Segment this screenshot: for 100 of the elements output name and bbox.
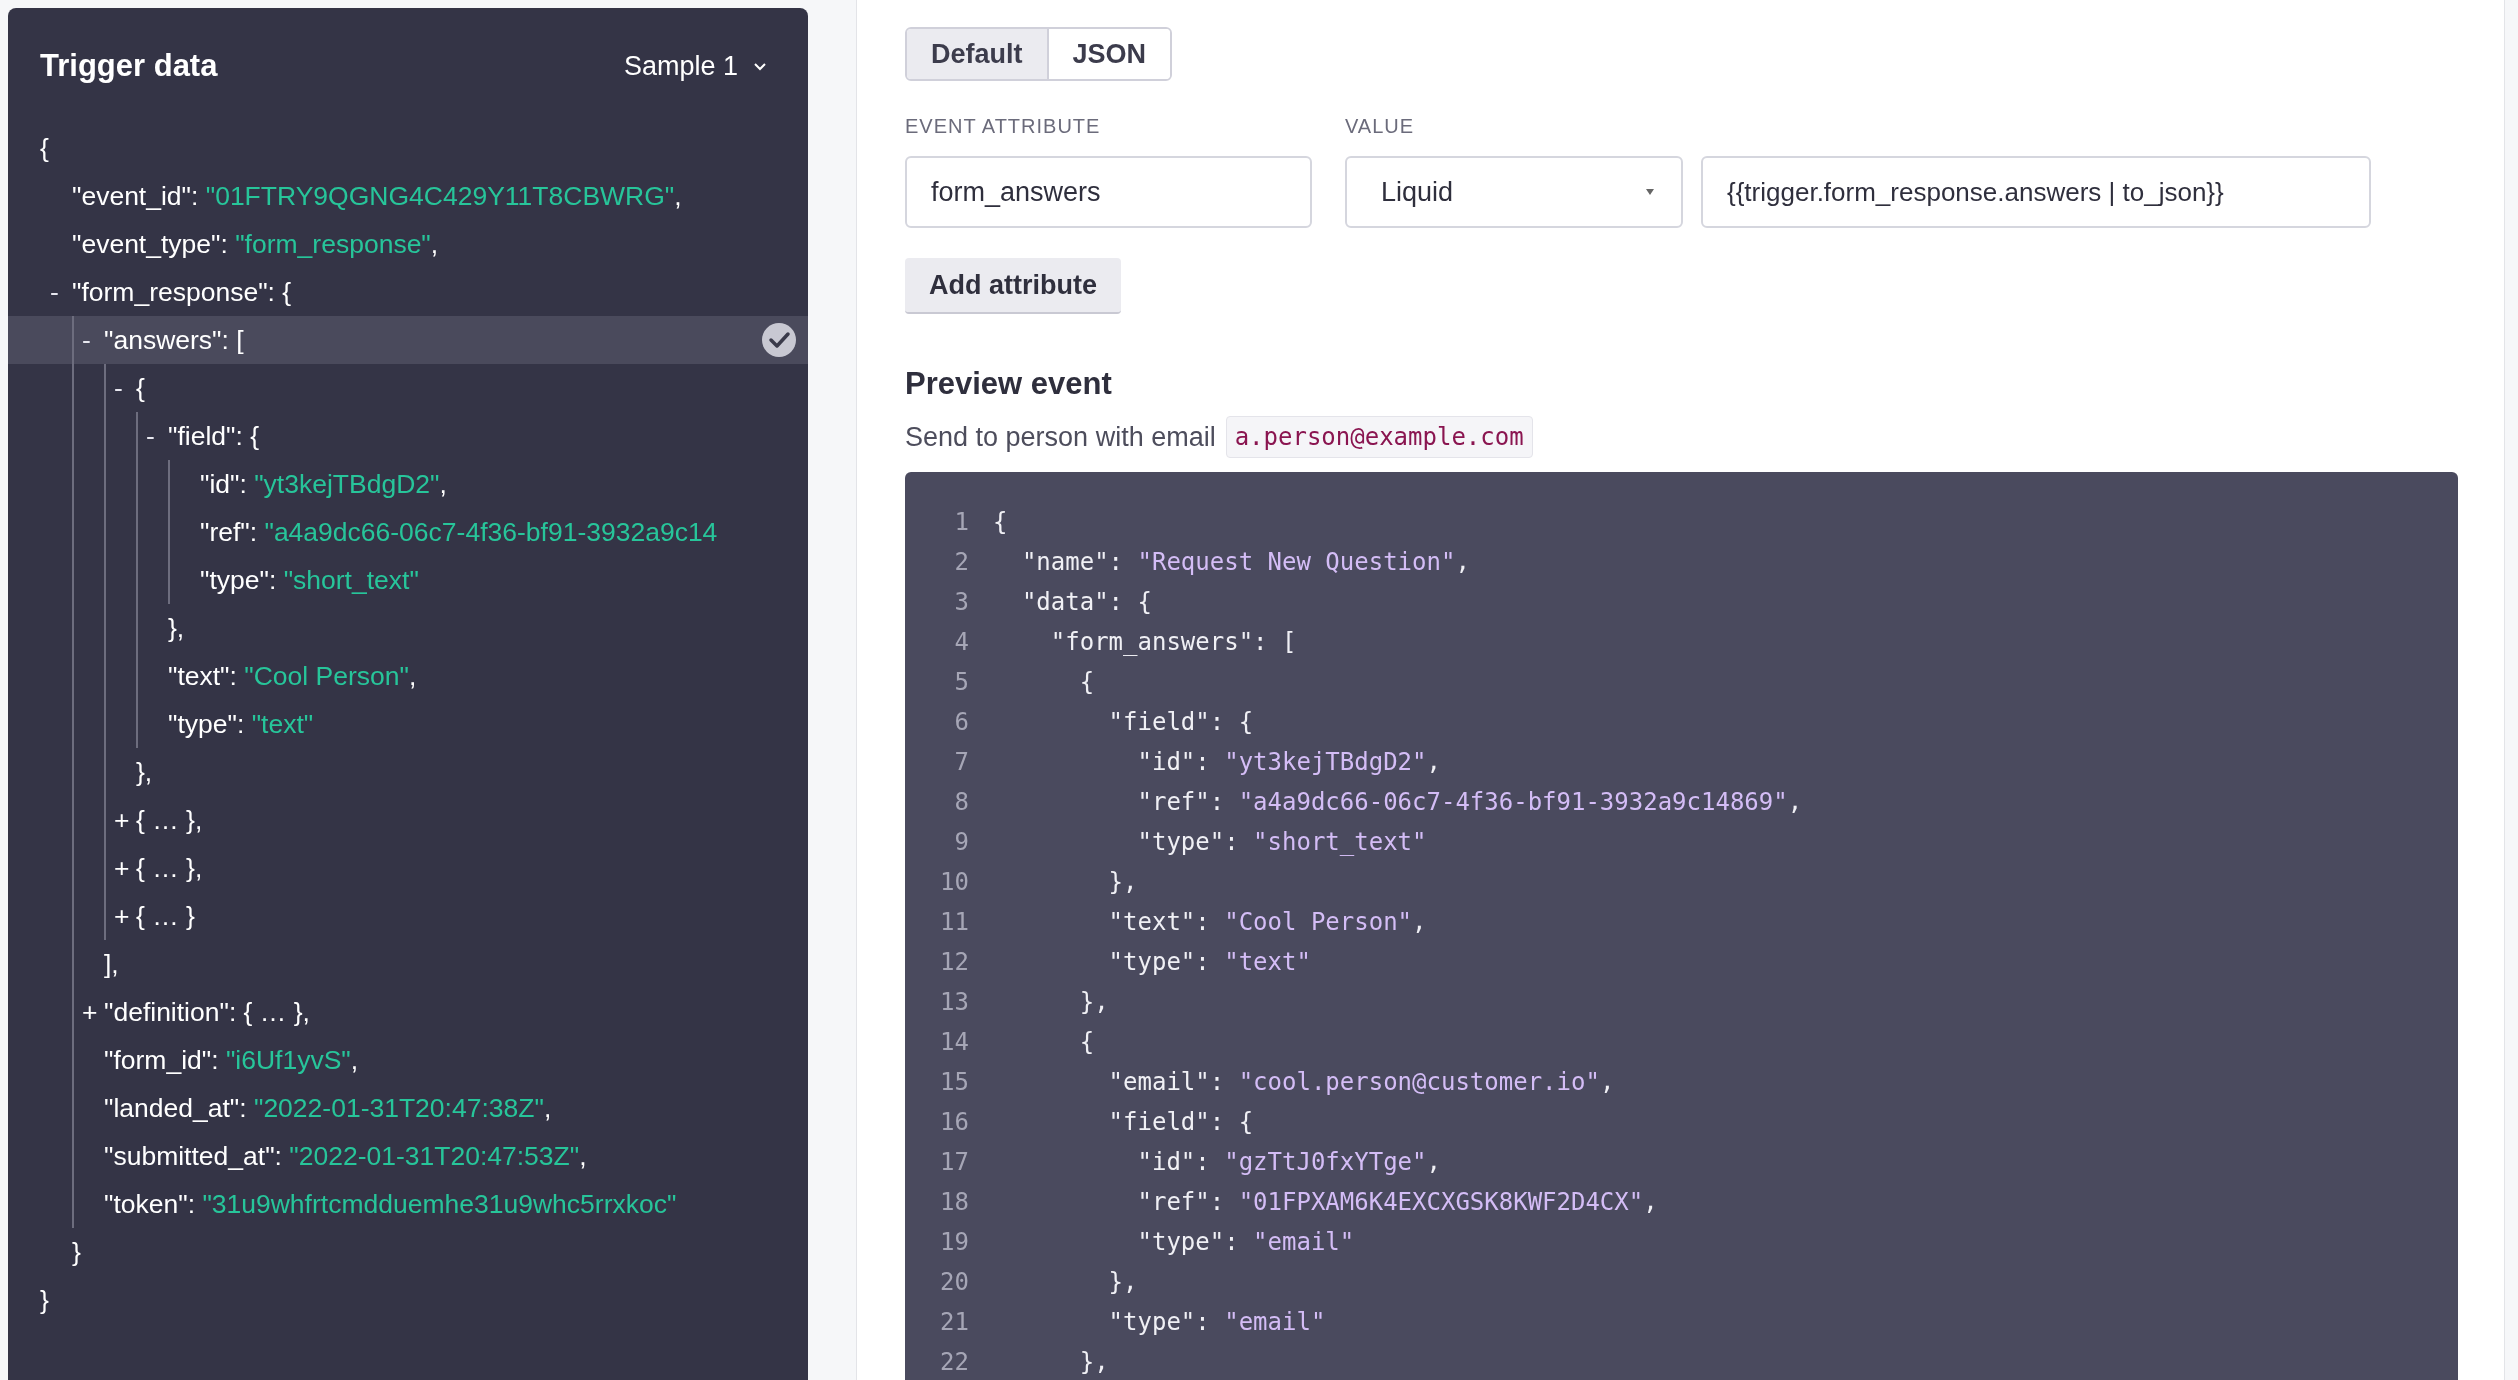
view-tab[interactable]: JSON bbox=[1046, 29, 1171, 79]
code-line: "data": { bbox=[1020, 588, 1152, 616]
code-line: { bbox=[993, 508, 1008, 536]
expand-toggle[interactable]: + bbox=[114, 900, 136, 932]
line-number: 2 bbox=[953, 548, 969, 576]
json-node-label: "field": { bbox=[168, 420, 259, 452]
expand-toggle[interactable]: - bbox=[114, 372, 136, 404]
expand-toggle[interactable]: + bbox=[82, 996, 104, 1028]
line-number: 16 bbox=[939, 1108, 969, 1136]
panel-title: Trigger data bbox=[40, 48, 218, 84]
line-number: 11 bbox=[939, 908, 969, 936]
json-line: "type": "short_text" bbox=[200, 564, 419, 596]
line-number: 3 bbox=[953, 588, 969, 616]
field-label: EVENT ATTRIBUTE bbox=[905, 115, 1102, 138]
line-number: 14 bbox=[939, 1028, 969, 1056]
line-number: 5 bbox=[953, 668, 969, 696]
line-number: 19 bbox=[939, 1228, 969, 1256]
code-line: "field": { bbox=[1107, 708, 1254, 736]
line-number: 6 bbox=[953, 708, 969, 736]
line-number: 18 bbox=[939, 1188, 969, 1216]
json-node-label: { … } bbox=[136, 900, 195, 932]
code-line: "type": "short_text" bbox=[1136, 828, 1427, 856]
code-line: }, bbox=[1107, 868, 1138, 896]
brace: } bbox=[72, 1236, 81, 1268]
json-node-label: "definition": { … }, bbox=[104, 996, 310, 1028]
caret-down-icon bbox=[1645, 188, 1655, 196]
expand-toggle[interactable]: - bbox=[50, 276, 72, 308]
recipient-email: a.person@example.com bbox=[1225, 416, 1533, 458]
code-line: "text": "Cool Person", bbox=[1107, 908, 1427, 936]
line-number: 10 bbox=[939, 868, 969, 896]
tree-row[interactable]: + "definition": { … }, bbox=[8, 988, 808, 1036]
check-circle-icon bbox=[762, 323, 796, 357]
code-line: "form_answers": [ bbox=[1049, 628, 1297, 656]
type-select[interactable]: Liquid bbox=[1345, 156, 1683, 228]
expand-toggle[interactable]: - bbox=[82, 324, 104, 356]
code-line: "type": "email" bbox=[1107, 1308, 1326, 1336]
expand-toggle[interactable]: - bbox=[146, 420, 168, 452]
tree-row[interactable]: + { … } bbox=[8, 892, 808, 940]
code-line: "type": "email" bbox=[1136, 1228, 1355, 1256]
code-line: { bbox=[1078, 668, 1095, 696]
field-label: VALUE bbox=[1345, 115, 1416, 138]
json-line: "token": "31u9whfrtcmdduemhe31u9whc5rrxkoc" bbox=[104, 1188, 677, 1220]
view-tab[interactable]: Default bbox=[907, 29, 1047, 79]
tree-row[interactable]: + { … }, bbox=[8, 844, 808, 892]
json-line: "ref": "a4a9dc66-06c7-4f36-bf91-3932a9c14 bbox=[200, 516, 718, 548]
expand-toggle[interactable]: + bbox=[114, 804, 136, 836]
recipient-label: Send to person with email bbox=[905, 421, 1216, 453]
tree-row[interactable]: + { … }, bbox=[8, 796, 808, 844]
code-line: "id": "yt3kejTBdgD2", bbox=[1136, 748, 1441, 776]
json-line: "type": "text" bbox=[168, 708, 314, 740]
line-number: 7 bbox=[953, 748, 969, 776]
brace: } bbox=[40, 1284, 49, 1316]
value-input[interactable]: {{trigger.form_response.answers | to_json}} bbox=[1701, 156, 2371, 228]
line-number: 8 bbox=[953, 788, 969, 816]
section-title: Preview event bbox=[905, 366, 1113, 402]
json-node-label: { … }, bbox=[136, 852, 203, 884]
line-number: 9 bbox=[953, 828, 969, 856]
code-line: "id": "gzTtJ0fxYTge", bbox=[1136, 1148, 1441, 1176]
line-number: 4 bbox=[953, 628, 969, 656]
code-line: }, bbox=[1107, 1268, 1138, 1296]
json-line: "event_id": "01FTRY9QGNG4C429Y11T8CBWRG", bbox=[72, 180, 682, 212]
code-line: { bbox=[1078, 1028, 1095, 1056]
code-line: "ref": "01FPXAM6K4EXCXGSK8KWF2D4CX", bbox=[1136, 1188, 1658, 1216]
tree-row[interactable]: - "answers": [ bbox=[8, 316, 808, 364]
line-number: 1 bbox=[953, 508, 969, 536]
code-line: "type": "text" bbox=[1107, 948, 1311, 976]
json-line: "submitted_at": "2022-01-31T20:47:53Z", bbox=[104, 1140, 587, 1172]
json-line: "event_type": "form_response", bbox=[72, 228, 439, 260]
brace: }, bbox=[168, 612, 185, 644]
code-line: "name": "Request New Question", bbox=[1020, 548, 1470, 576]
line-number: 20 bbox=[939, 1268, 969, 1296]
code-line: }, bbox=[1078, 988, 1109, 1016]
sample-dropdown[interactable]: Sample 1 bbox=[623, 50, 768, 82]
line-number: 15 bbox=[939, 1068, 969, 1096]
json-line: "id": "yt3kejTBdgD2", bbox=[200, 468, 447, 500]
line-number: 22 bbox=[939, 1348, 969, 1376]
json-node-label: "form_response": { bbox=[72, 276, 292, 308]
add-attribute-button[interactable]: Add attribute bbox=[905, 258, 1121, 314]
json-line: "form_id": "i6Uf1yvS", bbox=[104, 1044, 359, 1076]
line-number: 17 bbox=[939, 1148, 969, 1176]
line-number: 21 bbox=[939, 1308, 969, 1336]
code-line: }, bbox=[1078, 1348, 1109, 1376]
json-node-label: { bbox=[136, 372, 145, 404]
json-line: "landed_at": "2022-01-31T20:47:38Z", bbox=[104, 1092, 552, 1124]
attribute-input[interactable]: form_answers bbox=[905, 156, 1312, 228]
brace: ], bbox=[104, 948, 119, 980]
json-node-label: { … }, bbox=[136, 804, 203, 836]
code-line: "field": { bbox=[1107, 1108, 1254, 1136]
tree-row[interactable]: - { bbox=[8, 364, 808, 412]
line-number: 12 bbox=[939, 948, 969, 976]
json-node-label: "answers": [ bbox=[104, 324, 244, 356]
line-number: 13 bbox=[939, 988, 969, 1016]
json-line: "text": "Cool Person", bbox=[168, 660, 417, 692]
tree-row[interactable]: - "field": { bbox=[8, 412, 808, 460]
brace: { bbox=[40, 132, 49, 164]
code-line: "ref": "a4a9dc66-06c7-4f36-bf91-3932a9c14869", bbox=[1136, 788, 1803, 816]
tree-row[interactable]: - "form_response": { bbox=[8, 268, 808, 316]
code-line: "email": "cool.person@customer.io", bbox=[1107, 1068, 1615, 1096]
brace: }, bbox=[136, 756, 153, 788]
expand-toggle[interactable]: + bbox=[114, 852, 136, 884]
